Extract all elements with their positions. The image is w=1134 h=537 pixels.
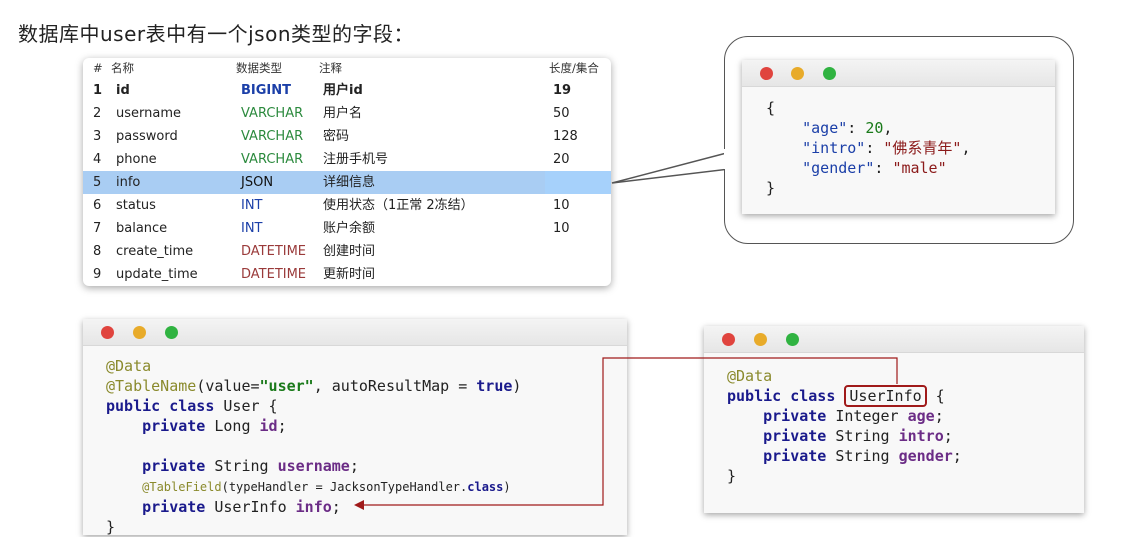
link-arrow-line [362, 357, 898, 506]
link-arrow-head [354, 500, 364, 510]
link-arrow [354, 357, 898, 510]
